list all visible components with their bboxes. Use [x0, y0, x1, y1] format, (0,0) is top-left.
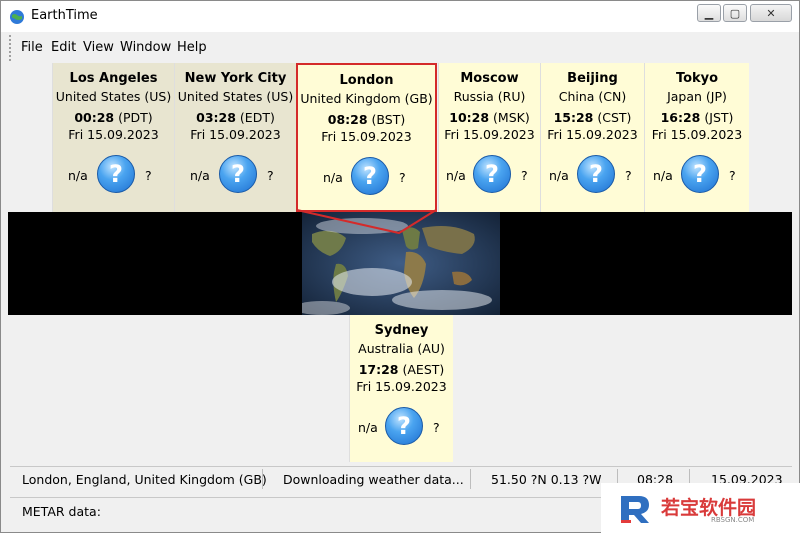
minimize-icon: ▁: [704, 6, 714, 20]
watermark-url: RBSGN.COM: [711, 516, 755, 524]
city-name: New York City: [184, 71, 287, 86]
close-button[interactable]: ✕: [750, 4, 792, 22]
temperature-value: n/a: [653, 168, 673, 183]
country-name: United States (US): [177, 89, 294, 104]
menu-view[interactable]: View: [83, 40, 114, 55]
weather-extra: ?: [521, 168, 528, 183]
country-name: United States (US): [55, 89, 172, 104]
local-time: 08:28 (BST): [327, 112, 406, 127]
status-separator: [470, 469, 471, 489]
local-date: Fri 15.09.2023: [68, 127, 159, 142]
local-time: 17:28 (AEST): [358, 362, 445, 377]
city-tile-los-angeles[interactable]: Los Angeles United States (US) 00:28 (PD…: [52, 63, 174, 212]
weather-row: n/a ? ?: [350, 407, 453, 447]
metar-label: METAR data:: [22, 504, 101, 519]
selected-pointer-marker: [296, 209, 437, 235]
window-title: EarthTime: [31, 8, 98, 23]
city-name: Tokyo: [675, 71, 719, 86]
weather-unknown-icon[interactable]: ?: [473, 155, 511, 193]
local-date: Fri 15.09.2023: [444, 127, 535, 142]
status-separator: [262, 469, 263, 489]
local-time: 10:28 (MSK): [449, 110, 530, 125]
local-date: Fri 15.09.2023: [547, 127, 638, 142]
temperature-value: n/a: [446, 168, 466, 183]
weather-row: n/a ? ?: [298, 157, 435, 197]
country-name: United Kingdom (GB): [300, 91, 433, 106]
status-coordinates: 51.50 ?N 0.13 ?W: [491, 472, 602, 487]
maximize-button[interactable]: ▢: [723, 4, 747, 22]
country-name: Japan (JP): [667, 89, 727, 104]
city-name: London: [339, 73, 394, 88]
local-time: 16:28 (JST): [660, 110, 734, 125]
maximize-icon: ▢: [729, 6, 741, 20]
menu-window[interactable]: Window: [120, 40, 171, 55]
weather-unknown-icon[interactable]: ?: [681, 155, 719, 193]
local-date: Fri 15.09.2023: [356, 379, 447, 394]
weather-extra: ?: [729, 168, 736, 183]
city-tile-moscow[interactable]: Moscow Russia (RU) 10:28 (MSK) Fri 15.09…: [438, 63, 540, 212]
title-bar: EarthTime ▁ ▢ ✕: [1, 1, 799, 32]
weather-extra: ?: [625, 168, 632, 183]
local-date: Fri 15.09.2023: [321, 129, 412, 144]
city-name: Los Angeles: [69, 71, 158, 86]
status-location: London, England, United Kingdom (GB): [22, 472, 267, 487]
weather-extra: ?: [267, 168, 274, 183]
status-message: Downloading weather data...: [283, 472, 464, 487]
weather-unknown-icon[interactable]: ?: [577, 155, 615, 193]
temperature-value: n/a: [549, 168, 569, 183]
app-icon: [10, 10, 24, 24]
weather-unknown-icon[interactable]: ?: [385, 407, 423, 445]
country-name: China (CN): [558, 89, 627, 104]
city-tile-new-york[interactable]: New York City United States (US) 03:28 (…: [174, 63, 296, 212]
temperature-value: n/a: [323, 170, 343, 185]
local-date: Fri 15.09.2023: [651, 127, 743, 142]
temperature-value: n/a: [190, 168, 210, 183]
watermark: 若宝软件园 RBSGN.COM: [601, 483, 800, 533]
local-time: 00:28 (PDT): [74, 110, 153, 125]
weather-row: n/a ? ?: [541, 155, 644, 195]
watermark-logo-icon: [621, 496, 649, 523]
close-icon: ✕: [766, 6, 776, 20]
menu-edit[interactable]: Edit: [51, 40, 76, 55]
menu-help[interactable]: Help: [177, 40, 207, 55]
minimize-button[interactable]: ▁: [697, 4, 721, 22]
weather-unknown-icon[interactable]: ?: [219, 155, 257, 193]
city-tile-sydney[interactable]: Sydney Australia (AU) 17:28 (AEST) Fri 1…: [349, 315, 453, 462]
city-tile-beijing[interactable]: Beijing China (CN) 15:28 (CST) Fri 15.09…: [540, 63, 644, 212]
world-clock-area: Los Angeles United States (US) 00:28 (PD…: [8, 63, 792, 462]
city-name: Beijing: [567, 71, 618, 86]
temperature-value: n/a: [68, 168, 88, 183]
weather-row: n/a ? ?: [53, 155, 174, 195]
weather-row: n/a ? ?: [439, 155, 540, 195]
city-tile-london[interactable]: London United Kingdom (GB) 08:28 (BST) F…: [296, 63, 437, 212]
country-name: Australia (AU): [358, 341, 445, 356]
city-tile-tokyo[interactable]: Tokyo Japan (JP) 16:28 (JST) Fri 15.09.2…: [644, 63, 749, 212]
weather-extra: ?: [399, 170, 406, 185]
local-time: 15:28 (CST): [553, 110, 632, 125]
weather-row: n/a ? ?: [645, 155, 749, 195]
weather-row: n/a ? ?: [175, 155, 296, 195]
local-time: 03:28 (EDT): [196, 110, 275, 125]
menu-file[interactable]: File: [21, 40, 43, 55]
weather-unknown-icon[interactable]: ?: [97, 155, 135, 193]
city-name: Sydney: [374, 323, 429, 338]
weather-extra: ?: [145, 168, 152, 183]
country-name: Russia (RU): [453, 89, 526, 104]
local-date: Fri 15.09.2023: [190, 127, 281, 142]
menu-bar: File Edit View Window Help: [9, 35, 791, 61]
temperature-value: n/a: [358, 420, 378, 435]
weather-extra: ?: [433, 420, 440, 435]
app-window: EarthTime ▁ ▢ ✕ File Edit View Window He…: [0, 0, 800, 533]
weather-unknown-icon[interactable]: ?: [351, 157, 389, 195]
city-name: Moscow: [460, 71, 519, 86]
